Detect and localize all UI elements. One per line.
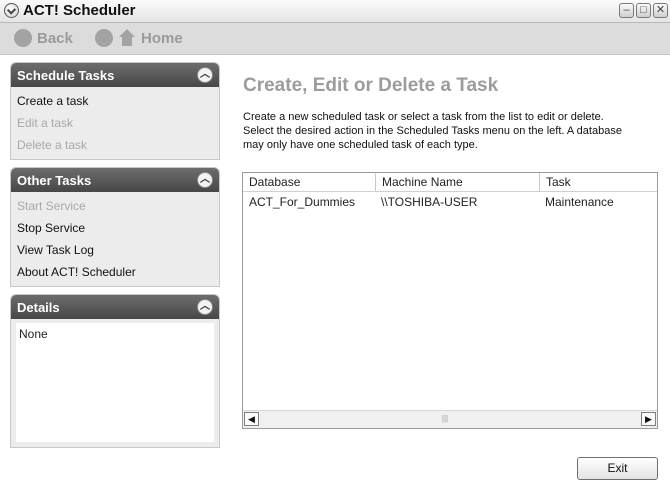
view-task-log-link[interactable]: View Task Log: [11, 239, 219, 261]
cell-database: ACT_For_Dummies: [249, 195, 356, 209]
other-tasks-header: Other Tasks ︿: [11, 168, 219, 192]
details-header: Details ︿: [11, 295, 219, 319]
description-line: Create a new scheduled task or select a …: [243, 111, 604, 123]
edit-task-link: Edit a task: [17, 116, 74, 130]
back-label: Back: [37, 29, 73, 47]
column-machine-name[interactable]: Machine Name: [375, 173, 539, 191]
close-button[interactable]: ✕: [653, 3, 668, 18]
minimize-button[interactable]: –: [619, 3, 634, 18]
about-scheduler-link[interactable]: About ACT! Scheduler: [11, 261, 219, 283]
scroll-right-icon[interactable]: ▶: [641, 412, 656, 426]
list-header: Database Machine Name Task: [243, 173, 657, 192]
chevron-up-circle-icon[interactable]: ︿: [197, 299, 213, 315]
page-title: Create, Edit or Delete a Task: [243, 75, 499, 96]
exit-button[interactable]: Exit: [577, 457, 658, 480]
details-title: Details: [17, 299, 60, 315]
back-button[interactable]: Back: [14, 29, 73, 47]
home-label: Home: [141, 29, 183, 47]
details-content: None: [16, 323, 214, 442]
start-service-link: Start Service: [17, 199, 86, 213]
table-row[interactable]: ACT_For_Dummies \\TOSHIBA-USER Maintenan…: [243, 193, 657, 211]
window-controls: – □ ✕: [619, 3, 668, 18]
details-panel: Details ︿ None: [10, 294, 220, 448]
home-button[interactable]: Home: [95, 29, 183, 47]
schedule-tasks-panel: Schedule Tasks ︿ Create a task Edit a ta…: [10, 62, 220, 160]
scroll-left-icon[interactable]: ◀: [244, 412, 259, 426]
schedule-tasks-title: Schedule Tasks: [17, 67, 115, 83]
horizontal-scrollbar[interactable]: ◀ ||| ▶: [243, 410, 657, 428]
description-line: may only have one scheduled task of each…: [243, 139, 478, 151]
scheduled-tasks-list[interactable]: Database Machine Name Task ACT_For_Dummi…: [242, 172, 658, 429]
chevron-up-circle-icon[interactable]: ︿: [197, 67, 213, 83]
chevron-up-circle-icon[interactable]: ︿: [197, 172, 213, 188]
back-arrow-icon: [14, 29, 32, 47]
create-task-link[interactable]: Create a task: [11, 90, 219, 112]
stop-service-link[interactable]: Stop Service: [11, 217, 219, 239]
other-tasks-list: Start Service Stop Service View Task Log…: [11, 192, 219, 286]
home-icon: [118, 29, 136, 47]
title-bar: ACT! Scheduler – □ ✕: [0, 0, 670, 23]
home-circle-icon: [95, 29, 113, 47]
schedule-tasks-list: Create a task Edit a task Delete a task: [11, 87, 219, 159]
column-database[interactable]: Database: [243, 173, 375, 191]
scheduler-clock-icon: [4, 3, 19, 18]
window-title: ACT! Scheduler: [23, 2, 136, 19]
other-tasks-panel: Other Tasks ︿ Start Service Stop Service…: [10, 167, 220, 287]
column-task[interactable]: Task: [539, 173, 657, 191]
nav-bar: Back Home: [0, 23, 670, 55]
details-body: None: [11, 319, 219, 447]
other-tasks-title: Other Tasks: [17, 172, 92, 188]
maximize-button[interactable]: □: [636, 3, 651, 18]
description-line: Select the desired action in the Schedul…: [243, 125, 622, 137]
page-description: Create a new scheduled task or select a …: [243, 110, 663, 152]
sidebar: Schedule Tasks ︿ Create a task Edit a ta…: [10, 62, 220, 455]
cell-machine-name: \\TOSHIBA-USER: [381, 195, 478, 209]
schedule-tasks-header: Schedule Tasks ︿: [11, 63, 219, 87]
delete-task-link: Delete a task: [17, 138, 88, 152]
scroll-thumb[interactable]: |||: [260, 412, 630, 426]
cell-task: Maintenance: [545, 195, 614, 209]
